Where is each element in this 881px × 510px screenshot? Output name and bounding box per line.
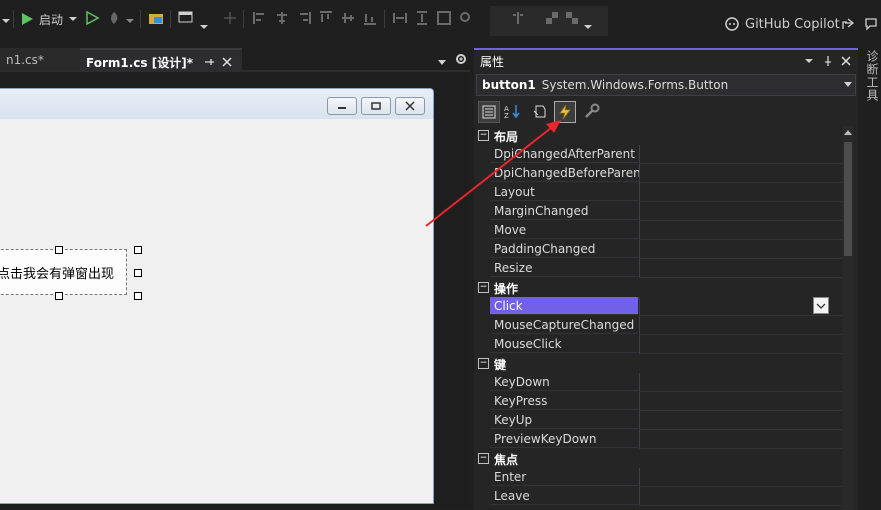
annotation-arrow	[425, 120, 561, 227]
